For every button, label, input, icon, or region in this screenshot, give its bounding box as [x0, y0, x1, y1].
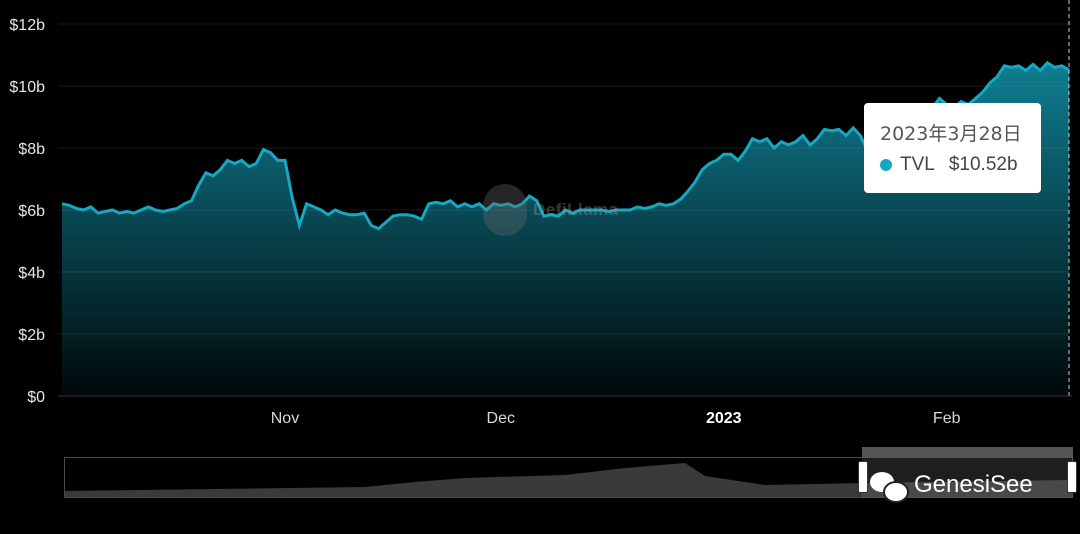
x-tick-label: 2023 — [706, 410, 742, 427]
x-tick-label: Nov — [271, 410, 299, 427]
series-dot-icon — [880, 159, 892, 171]
watermark-text: DefiLlama — [533, 200, 619, 219]
wechat-icon — [870, 470, 909, 503]
tooltip-value: $10.52b — [948, 154, 1018, 175]
y-tick-label: $6b — [18, 203, 45, 220]
y-tick-label: $4b — [18, 265, 45, 282]
genesisee-text: GenesiSee — [914, 471, 1033, 498]
tooltip-date: 2023年3月28日 — [880, 123, 1022, 145]
y-tick-label: $12b — [9, 17, 45, 34]
y-tick-label: $0 — [27, 389, 45, 406]
x-tick-label: Feb — [933, 410, 961, 427]
defillama-watermark: DefiLlama — [483, 184, 619, 236]
chart-tooltip: 2023年3月28日 TVL $10.52b — [864, 103, 1041, 193]
brush-handle-left[interactable] — [858, 461, 868, 493]
y-tick-label: $8b — [18, 141, 45, 158]
x-tick-label: Dec — [487, 410, 515, 427]
genesisee-watermark: GenesiSee — [870, 470, 1033, 503]
y-axis: $0 $2b $4b $6b $8b $10b $12b — [9, 17, 45, 406]
tooltip-row: TVL $10.52b — [880, 154, 1041, 176]
tooltip-series-label: TVL — [900, 154, 935, 175]
y-tick-label: $2b — [18, 327, 45, 344]
x-axis: NovDec2023FebMar — [271, 410, 961, 427]
defillama-logo-icon — [483, 184, 527, 236]
brush-grip-handle[interactable] — [862, 447, 1073, 457]
brush-handle-right[interactable] — [1067, 461, 1077, 493]
y-tick-label: $10b — [9, 79, 45, 96]
